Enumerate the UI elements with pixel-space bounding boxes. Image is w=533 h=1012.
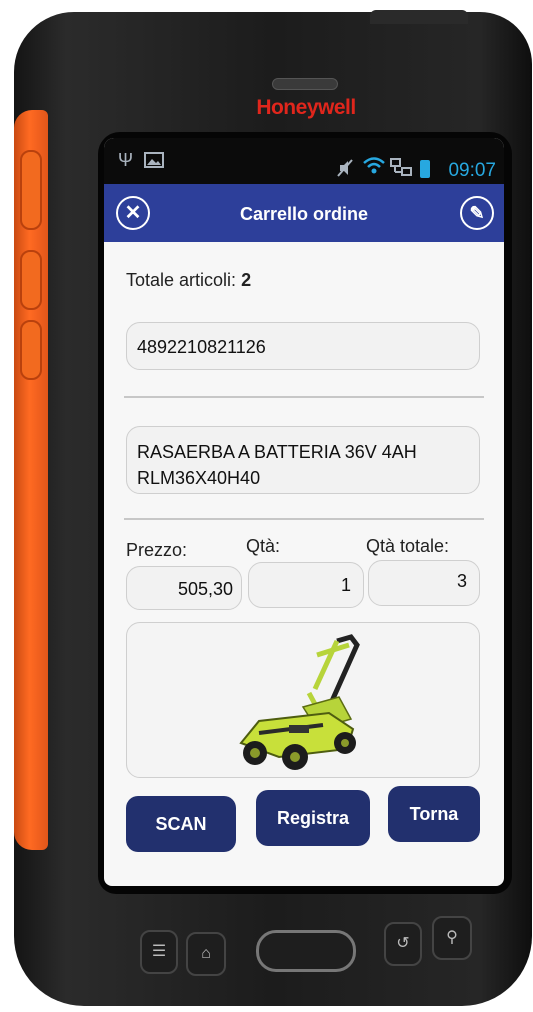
total-items-label: Totale articoli: [126, 270, 237, 290]
search-icon: ⚲ [446, 929, 458, 946]
hw-search-button[interactable]: ⚲ [432, 916, 472, 960]
description-line-2: RLM36X40H40 [137, 468, 261, 488]
back-button[interactable]: Torna [388, 786, 480, 842]
hw-back-button[interactable]: ↺ [384, 922, 422, 966]
barcode-value: 4892210821126 [137, 337, 266, 357]
hw-scan-trigger[interactable] [256, 930, 356, 972]
edit-button[interactable]: ✎ [460, 196, 494, 230]
hw-menu-button[interactable]: ☰ [140, 930, 178, 974]
app-bar: ✕ Carrello ordine ✎ [104, 184, 504, 242]
total-items-value: 2 [241, 270, 252, 290]
menu-icon: ☰ [151, 943, 167, 960]
device-top-cap [370, 10, 468, 24]
side-scan-button[interactable] [20, 150, 42, 230]
qty-total-value: 3 [456, 571, 467, 591]
price-label: Prezzo: [126, 540, 188, 560]
qty-value: 1 [340, 575, 351, 595]
product-image-panel [126, 622, 480, 778]
side-volume-up-button[interactable] [20, 250, 42, 310]
qty-total-field[interactable]: 3 [368, 560, 480, 606]
price-field[interactable]: 505,30 [126, 566, 242, 610]
side-volume-down-button[interactable] [20, 320, 42, 380]
back-icon: ↺ [396, 935, 410, 952]
scan-button[interactable]: SCAN [126, 796, 236, 852]
image-icon [144, 152, 164, 173]
total-items-row: Totale articoli: 2 [126, 270, 251, 291]
qty-label: Qtà: [246, 536, 281, 556]
mute-icon [336, 158, 354, 183]
divider [124, 518, 484, 520]
lawn-mower-icon [239, 634, 360, 770]
qty-field[interactable]: 1 [248, 562, 364, 608]
save-button[interactable]: Registra [256, 790, 370, 846]
page-title: Carrello ordine [239, 204, 369, 224]
usb-icon: Ψ [118, 150, 134, 170]
app-screen: Ψ 09:07 ✕ Carrello ordine ✎ Totale artic… [104, 138, 504, 886]
qty-total-label: Qtà totale: [366, 536, 450, 556]
description-field[interactable]: RASAERBA A BATTERIA 36V 4AH RLM36X40H40 [126, 426, 480, 494]
battery-icon [420, 160, 430, 178]
description-line-1: RASAERBA A BATTERIA 36V 4AH [137, 442, 417, 462]
brand-logo: Honeywell [256, 96, 356, 119]
wifi-icon [362, 156, 386, 181]
hw-home-button[interactable]: ⌂ [186, 932, 226, 976]
price-value: 505,30 [177, 579, 233, 599]
barcode-field[interactable]: 4892210821126 [126, 322, 480, 370]
earpiece-speaker [272, 78, 338, 90]
divider [124, 396, 484, 398]
status-bar: Ψ 09:07 [104, 138, 504, 184]
network-icon [390, 158, 412, 181]
status-time: 09:07 [448, 160, 496, 181]
home-icon: ⌂ [201, 945, 211, 962]
edit-icon: ✎ [469, 203, 485, 223]
